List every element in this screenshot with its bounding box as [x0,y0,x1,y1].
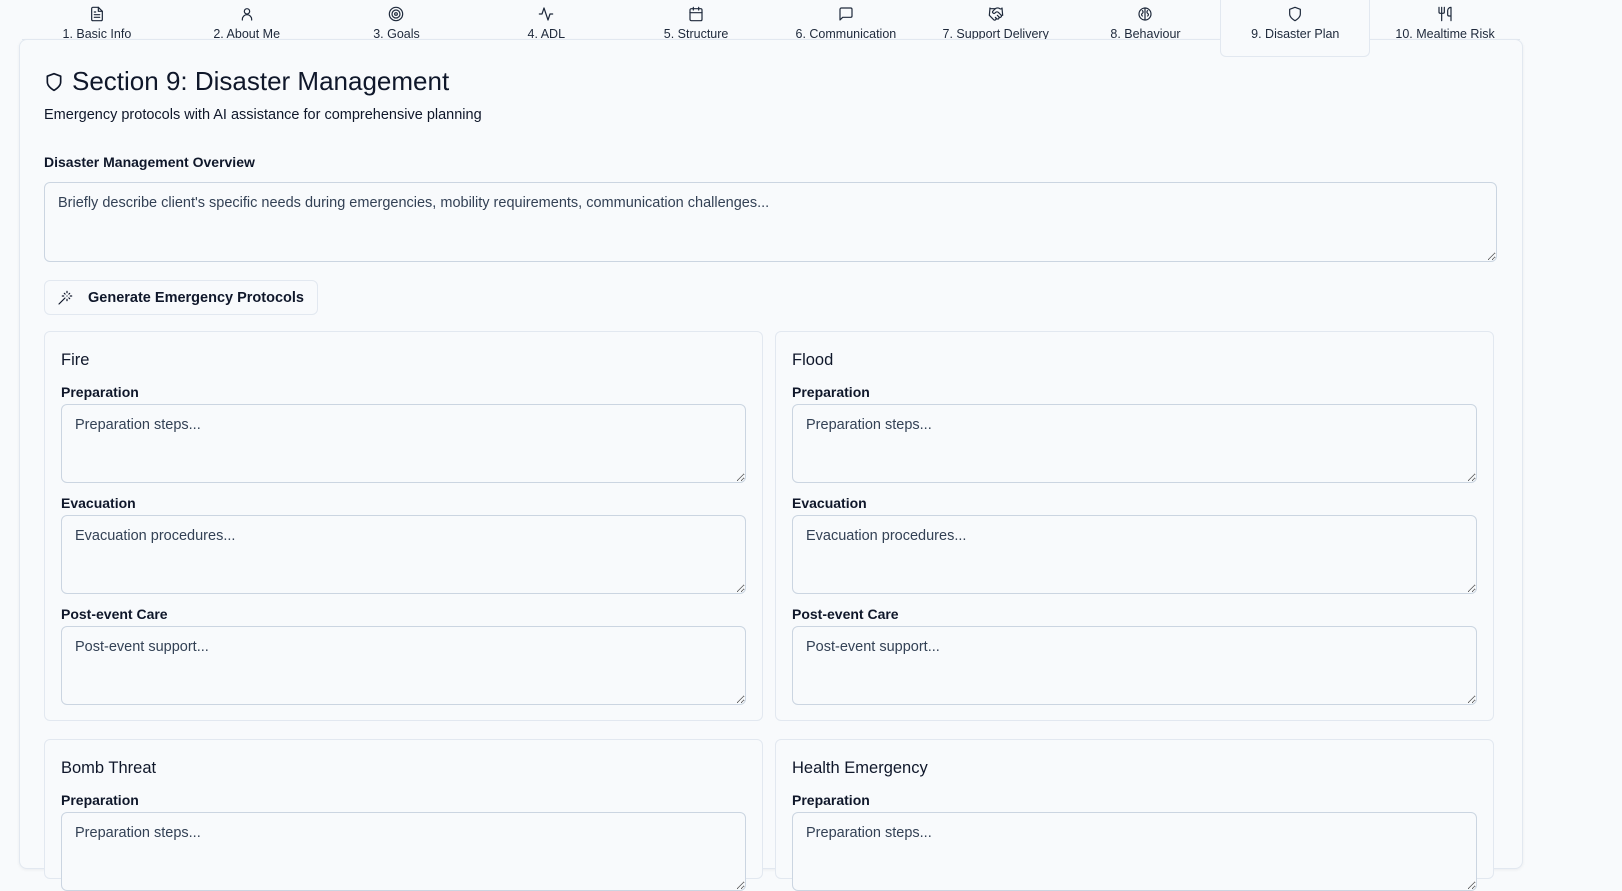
post-event-field: Post-event Care [61,606,746,705]
message-icon [838,6,854,22]
tab-label: 9. Disaster Plan [1251,27,1340,41]
page-title: Section 9: Disaster Management [72,66,450,96]
preparation-input[interactable] [792,812,1477,891]
tab-mealtime-risk[interactable]: 10. Mealtime Risk [1370,0,1520,41]
section-header: Section 9: Disaster Management [44,66,449,97]
calendar-icon [688,6,704,22]
preparation-label: Preparation [61,792,139,808]
evacuation-input[interactable] [792,515,1477,594]
section-tabs: 1. Basic Info 2. About Me 3. Goals 4. AD… [22,0,1520,57]
post-event-label: Post-event Care [792,606,899,622]
evacuation-field: Evacuation [792,495,1477,594]
generate-protocols-button[interactable]: Generate Emergency Protocols [44,280,318,315]
overview-label: Disaster Management Overview [44,154,255,170]
magic-wand-icon [57,290,73,306]
disaster-card-flood: Flood Preparation Evacuation Post-event … [775,331,1494,721]
preparation-label: Preparation [61,384,139,400]
preparation-field: Preparation [61,384,746,483]
target-icon [388,6,404,22]
tab-basic-info[interactable]: 1. Basic Info [22,0,172,41]
tab-about-me[interactable]: 2. About Me [172,0,322,41]
document-icon [89,6,105,22]
shield-icon [44,72,64,92]
post-event-input[interactable] [61,626,746,705]
disaster-management-card: Section 9: Disaster Management Emergency… [19,39,1523,891]
preparation-input[interactable] [792,404,1477,483]
post-event-label: Post-event Care [61,606,168,622]
post-event-field: Post-event Care [792,606,1477,705]
brain-icon [1137,6,1153,22]
preparation-field: Preparation [61,792,746,891]
disaster-title: Bomb Threat [61,759,157,777]
tab-communication[interactable]: 6. Communication [771,0,921,41]
preparation-field: Preparation [792,384,1477,483]
handshake-icon [988,6,1004,22]
disaster-title: Fire [61,351,90,369]
disaster-title: Health Emergency [792,759,928,777]
evacuation-input[interactable] [61,515,746,594]
preparation-input[interactable] [61,812,746,891]
tab-behaviour[interactable]: 8. Behaviour [1071,0,1221,41]
evacuation-field: Evacuation [61,495,746,594]
disaster-title: Flood [792,351,834,369]
shield-icon [1287,6,1303,22]
post-event-input[interactable] [792,626,1477,705]
preparation-input[interactable] [61,404,746,483]
tab-goals[interactable]: 3. Goals [322,0,472,41]
user-icon [239,6,255,22]
section-subtitle: Emergency protocols with AI assistance f… [44,107,482,123]
disaster-card-bomb-threat: Bomb Threat Preparation [44,739,763,891]
evacuation-label: Evacuation [61,495,136,511]
preparation-label: Preparation [792,384,870,400]
tab-adl[interactable]: 4. ADL [471,0,621,41]
disaster-card-fire: Fire Preparation Evacuation Post-event C… [44,331,763,721]
utensils-icon [1437,6,1453,22]
tab-structure[interactable]: 5. Structure [621,0,771,41]
preparation-label: Preparation [792,792,870,808]
tab-support-delivery[interactable]: 7. Support Delivery [921,0,1071,41]
preparation-field: Preparation [792,792,1477,891]
evacuation-label: Evacuation [792,495,867,511]
activity-icon [538,6,554,22]
generate-button-label: Generate Emergency Protocols [88,289,304,306]
tab-disaster-plan[interactable]: 9. Disaster Plan [1220,0,1371,57]
overview-input[interactable] [44,182,1497,262]
disaster-card-health-emergency: Health Emergency Preparation [775,739,1494,891]
